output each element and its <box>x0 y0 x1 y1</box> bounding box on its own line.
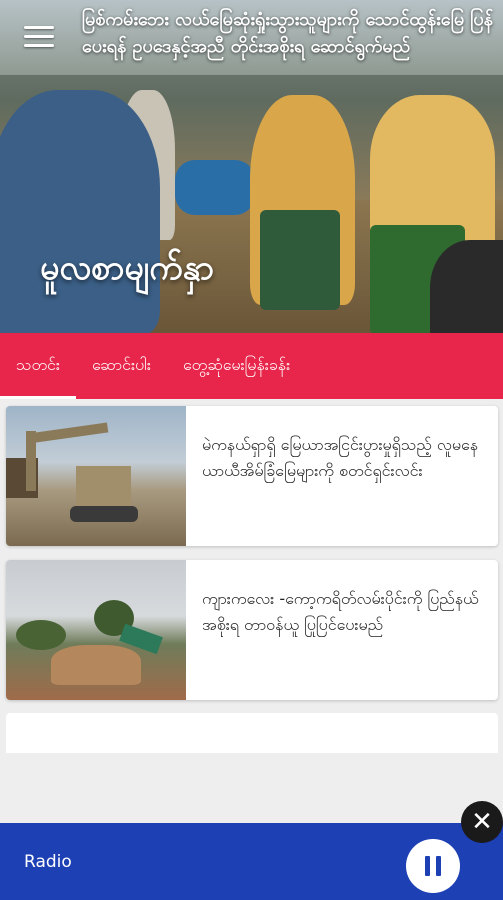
hero-motorbike <box>175 160 255 215</box>
hero-person <box>430 240 503 333</box>
tab-news[interactable]: သတင်း <box>0 333 76 399</box>
article-headline[interactable]: ကျားကလေး -ကော့ကရိတ်လမ်းပိုင်းကို ပြည်နယ်… <box>186 560 498 700</box>
tab-articles[interactable]: ဆောင်းပါး <box>76 333 167 399</box>
article-card[interactable]: ကျားကလေး -ကော့ကရိတ်လမ်းပိုင်းကို ပြည်နယ်… <box>6 560 498 700</box>
hero-person-longyi <box>260 210 340 310</box>
close-icon[interactable]: ✕ <box>461 801 503 843</box>
hero-person <box>0 90 160 333</box>
article-card[interactable] <box>6 713 498 753</box>
tab-interviews[interactable]: တွေ့ဆုံမေးမြန်းခန်း <box>167 333 306 399</box>
article-card[interactable]: မဲကနယ်ရှာရှိ မြေယာအငြင်းပွားမှုရှိသည့် လ… <box>6 406 498 546</box>
hero-headline[interactable]: မြစ်ကမ်းဘေး လယ်မြေဆုံးရှုံးသွားသူများကို… <box>82 6 500 60</box>
article-headline[interactable]: မဲကနယ်ရှာရှိ မြေယာအငြင်းပွားမှုရှိသည့် လ… <box>186 406 498 546</box>
player-label: Radio <box>24 851 72 872</box>
article-list: မဲကနယ်ရှာရှိ မြေယာအငြင်းပွားမှုရှိသည့် လ… <box>0 399 503 823</box>
radio-player-bar: Radio <box>0 823 503 900</box>
hero-banner[interactable]: မြစ်ကမ်းဘေး လယ်မြေဆုံးရှုံးသွားသူများကို… <box>0 0 503 333</box>
article-thumbnail <box>6 406 186 546</box>
hamburger-menu-icon[interactable] <box>24 26 54 50</box>
article-thumbnail <box>6 560 186 700</box>
pause-icon[interactable] <box>406 839 460 893</box>
tab-bar: သတင်း ဆောင်းပါး တွေ့ဆုံမေးမြန်းခန်း <box>0 333 503 399</box>
page-title: မူလစာမျက်နှာ <box>40 248 215 288</box>
